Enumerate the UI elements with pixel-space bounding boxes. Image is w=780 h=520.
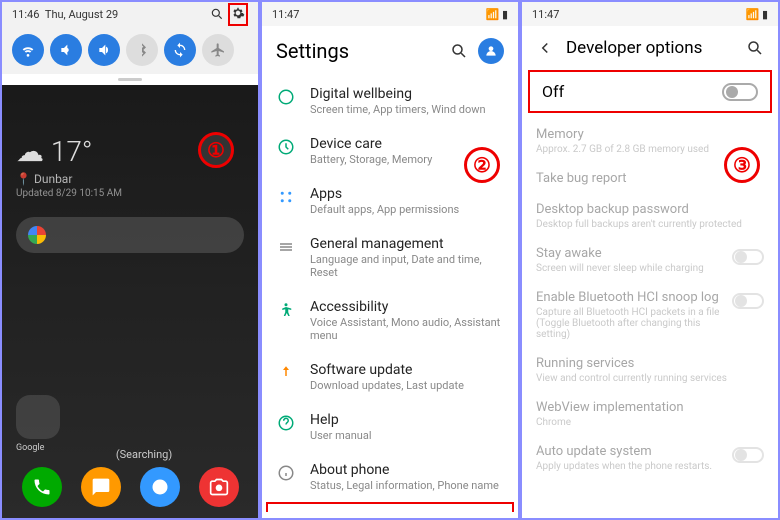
step-badge-1: ①: [198, 132, 234, 168]
search-icon[interactable]: [746, 39, 764, 57]
toggle-switch[interactable]: [722, 83, 758, 101]
dev-header: Developer options: [522, 26, 778, 70]
status-icons: 📶 ▮: [746, 8, 768, 21]
toggle-switch[interactable]: [732, 249, 764, 265]
volume-toggle[interactable]: [88, 34, 120, 66]
browser-app[interactable]: [140, 467, 180, 507]
step-badge-3: ③: [724, 147, 760, 183]
clock: 11:47: [532, 8, 559, 21]
master-toggle-row[interactable]: Off: [528, 70, 772, 113]
search-icon[interactable]: [450, 42, 468, 60]
toggle-switch[interactable]: [732, 293, 764, 309]
sound-toggle[interactable]: [50, 34, 82, 66]
pane-notification-shade: 11:46 Thu, August 29 ☁ 17° 📍 Dunbar Upda…: [0, 0, 260, 520]
row-software-update[interactable]: Software updateDownload updates, Last up…: [262, 352, 518, 402]
row-auto-update[interactable]: Auto update systemApply updates when the…: [522, 436, 778, 480]
quick-toggles: [2, 26, 258, 74]
row-developer-options[interactable]: Developer optionsDeveloper options: [266, 502, 514, 512]
airplane-toggle[interactable]: [202, 34, 234, 66]
row-webview[interactable]: WebView implementationChrome: [522, 392, 778, 436]
status-bar: 11:46 Thu, August 29: [2, 2, 258, 26]
bluetooth-toggle[interactable]: [126, 34, 158, 66]
wifi-toggle[interactable]: [12, 34, 44, 66]
clock: 11:47: [272, 8, 299, 21]
clock-date: 11:46 Thu, August 29: [12, 8, 118, 21]
drag-handle-icon[interactable]: [118, 78, 142, 81]
updated-label: Updated 8/29 10:15 AM: [16, 188, 244, 199]
page-title: Developer options: [566, 38, 734, 58]
search-icon[interactable]: [210, 7, 224, 21]
row-running-services[interactable]: Running servicesView and control current…: [522, 348, 778, 392]
weather-icon: ☁: [16, 135, 44, 168]
settings-header: Settings: [262, 26, 518, 76]
row-about-phone[interactable]: About phoneStatus, Legal information, Ph…: [262, 452, 518, 502]
account-avatar[interactable]: [478, 38, 504, 64]
toggle-switch[interactable]: [732, 447, 764, 463]
messages-app[interactable]: [81, 467, 121, 507]
pane-developer-options: 11:47 📶 ▮ Developer options Off MemoryAp…: [520, 0, 780, 520]
app-folder[interactable]: [16, 395, 60, 439]
row-apps[interactable]: AppsDefault apps, App permissions: [262, 176, 518, 226]
row-accessibility[interactable]: AccessibilityVoice Assistant, Mono audio…: [262, 289, 518, 352]
google-search-bar[interactable]: [16, 217, 244, 253]
highlight-gear: [228, 3, 248, 26]
gear-icon[interactable]: [231, 6, 245, 20]
pane-settings: 11:47 📶 ▮ Settings Digital wellbeingScre…: [260, 0, 520, 520]
camera-app[interactable]: [199, 467, 239, 507]
status-bar: 11:47 📶 ▮: [522, 2, 778, 26]
row-help[interactable]: HelpUser manual: [262, 402, 518, 452]
settings-list: Digital wellbeingScreen time, App timers…: [262, 76, 518, 512]
row-stay-awake[interactable]: Stay awakeScreen will never sleep while …: [522, 238, 778, 282]
status-bar: 11:47 📶 ▮: [262, 2, 518, 26]
row-bluetooth-hci[interactable]: Enable Bluetooth HCI snoop logCapture al…: [522, 282, 778, 348]
dock: [2, 467, 258, 507]
phone-app[interactable]: [22, 467, 62, 507]
status-icons: 📶 ▮: [486, 8, 508, 21]
row-digital-wellbeing[interactable]: Digital wellbeingScreen time, App timers…: [262, 76, 518, 126]
location-label: 📍 Dunbar: [16, 172, 244, 186]
temperature-value: 17°: [51, 135, 93, 168]
master-toggle-label: Off: [542, 82, 564, 101]
searching-label: (Searching): [16, 448, 260, 461]
row-general-management[interactable]: General managementLanguage and input, Da…: [262, 226, 518, 289]
back-icon[interactable]: [536, 39, 554, 57]
step-badge-2: ②: [464, 147, 500, 183]
google-icon: [28, 226, 46, 244]
sync-toggle[interactable]: [164, 34, 196, 66]
page-title: Settings: [276, 39, 349, 63]
row-backup-password[interactable]: Desktop backup passwordDesktop full back…: [522, 194, 778, 238]
